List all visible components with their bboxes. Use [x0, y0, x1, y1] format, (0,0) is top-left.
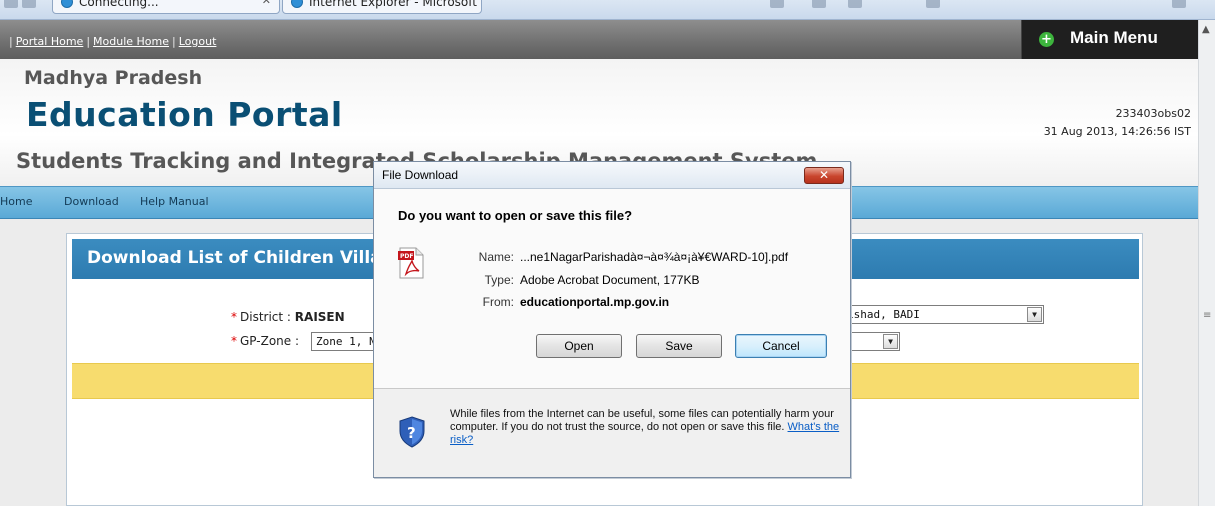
chevron-down-icon[interactable]: ▼ [1027, 307, 1042, 322]
save-button[interactable]: Save [636, 334, 722, 358]
main-menu-button[interactable]: + Main Menu [1021, 20, 1198, 59]
file-download-dialog: File Download ✕ Do you want to open or s… [373, 161, 851, 478]
gpzone-label-row: * GP-Zone : [231, 334, 299, 348]
from-label: From: [482, 295, 514, 309]
forward-icon[interactable] [22, 0, 36, 8]
browser-tab-strip: Connecting... ✕ Internet Explorer - Micr… [0, 0, 1215, 20]
print-icon[interactable] [926, 0, 940, 8]
portal-logo-text: Education Portal [26, 95, 343, 134]
pdf-file-icon: PDF [398, 247, 424, 279]
session-datetime: 31 Aug 2013, 14:26:56 IST [1043, 125, 1191, 138]
warning-text: While files from the Internet can be use… [450, 408, 834, 433]
module-home-link[interactable]: Module Home [93, 35, 169, 48]
tab-label: Internet Explorer - Microsoft [309, 0, 477, 9]
name-label: Name: [478, 250, 514, 264]
panel-title: Download List of Children Village [87, 248, 406, 268]
scroll-grip-icon[interactable]: ≡ [1203, 310, 1211, 321]
nagar-parishad-select[interactable]: ishad, BADI ▼ [842, 305, 1044, 324]
svg-text:PDF: PDF [400, 253, 413, 260]
district-row: * District : RAISEN [231, 310, 345, 324]
user-id: 233403obs02 [1115, 107, 1191, 120]
ie-icon [61, 0, 73, 8]
open-button[interactable]: Open [536, 334, 622, 358]
ie-icon [291, 0, 303, 8]
browser-tab-ie[interactable]: Internet Explorer - Microsoft [282, 0, 482, 14]
session-info: 233403obs02 31 Aug 2013, 14:26:56 IST [1044, 105, 1191, 141]
security-warning: While files from the Internet can be use… [450, 408, 840, 447]
nagar-parishad-value: ishad, BADI [847, 308, 920, 321]
main-menu-label: Main Menu [1070, 28, 1158, 47]
nav-download[interactable]: Download [64, 195, 119, 208]
gpzone-value: Zone 1, N [316, 335, 376, 348]
tab-label: Connecting... [79, 0, 159, 9]
required-mark: * [231, 334, 237, 348]
gpzone-label: GP-Zone : [240, 334, 300, 348]
browser-tab-connecting[interactable]: Connecting... ✕ [52, 0, 280, 14]
plus-circle-icon: + [1039, 32, 1054, 47]
help-icon[interactable] [1172, 0, 1186, 8]
chevron-down-icon[interactable]: ▼ [883, 334, 898, 349]
file-source: educationportal.mp.gov.in [520, 295, 670, 309]
cancel-button[interactable]: Cancel [735, 334, 827, 358]
scroll-up-icon[interactable]: ▲ [1202, 24, 1210, 35]
portal-home-link[interactable]: Portal Home [16, 35, 84, 48]
svg-text:?: ? [407, 424, 416, 442]
vertical-scrollbar[interactable]: ▲ ≡ [1198, 20, 1215, 506]
dialog-question: Do you want to open or save this file? [398, 208, 633, 223]
nav-help-manual[interactable]: Help Manual [140, 195, 209, 208]
dialog-titlebar[interactable]: File Download ✕ [374, 162, 850, 189]
top-links: | Portal Home | Module Home | Logout [9, 35, 217, 48]
required-mark: * [231, 310, 237, 324]
logout-link[interactable]: Logout [179, 35, 217, 48]
file-name: ...ne1NagarParishadà¤¬à¤¾à¤¡à¥€WARD-10].… [520, 250, 789, 264]
top-bar: | Portal Home | Module Home | Logout + Main M… [0, 20, 1198, 59]
feeds-icon[interactable] [812, 0, 826, 8]
back-icon[interactable] [4, 0, 18, 8]
close-icon[interactable]: ✕ [804, 167, 844, 184]
security-shield-icon: ? [399, 416, 425, 448]
mail-icon[interactable] [848, 0, 862, 8]
state-name: Madhya Pradesh [24, 67, 203, 89]
file-type: Adobe Acrobat Document, 177KB [520, 273, 700, 287]
district-value: RAISEN [294, 310, 345, 324]
close-tab-icon[interactable]: ✕ [262, 0, 271, 7]
district-label: District : [240, 310, 291, 324]
home-icon[interactable] [770, 0, 784, 8]
type-label: Type: [484, 273, 514, 287]
dialog-title: File Download [382, 168, 459, 182]
nav-home[interactable]: Home [0, 195, 32, 208]
